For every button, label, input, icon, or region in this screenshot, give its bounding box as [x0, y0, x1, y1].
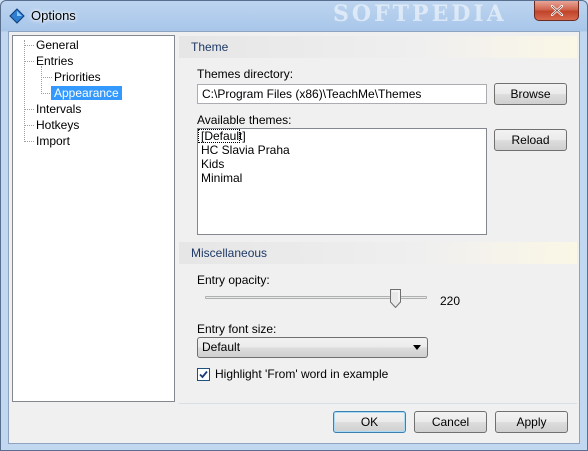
entry-font-size-select[interactable]: Default [197, 337, 428, 358]
ok-button[interactable]: OK [333, 411, 406, 433]
options-window: Options SOFTPEDIA General Entries Priori… [0, 0, 588, 451]
tree-item-appearance[interactable]: Appearance [51, 85, 122, 101]
tree-item-priorities[interactable]: Priorities [51, 69, 104, 85]
tree-item-general[interactable]: General [33, 37, 82, 53]
close-icon [550, 5, 563, 16]
tree-item-label: General [36, 38, 79, 52]
footer-separator [179, 403, 577, 404]
dialog-client-area: General Entries Priorities Appearance In… [8, 31, 580, 444]
themes-directory-label: Themes directory: [197, 67, 294, 81]
theme-list-item[interactable]: [Default] [198, 129, 246, 143]
available-themes-label: Available themes: [197, 113, 292, 127]
slider-thumb[interactable] [390, 289, 402, 308]
reload-button[interactable]: Reload [494, 129, 567, 151]
softpedia-watermark: SOFTPEDIA [333, 1, 507, 27]
highlight-from-label[interactable]: Highlight 'From' word in example [215, 367, 388, 381]
title-bar[interactable]: Options SOFTPEDIA [1, 1, 587, 31]
misc-section-header: Miscellaneous [179, 242, 577, 264]
window-title: Options [31, 8, 76, 23]
theme-list-item[interactable]: HC Slavia Praha [198, 143, 486, 157]
tree-item-entries[interactable]: Entries [33, 53, 76, 69]
app-diamond-icon [9, 8, 25, 24]
themes-directory-input[interactable]: C:\Program Files (x86)\TeachMe\Themes [197, 84, 487, 104]
theme-list-item[interactable]: Minimal [198, 171, 486, 185]
highlight-from-checkbox[interactable] [197, 368, 210, 381]
options-tree[interactable]: General Entries Priorities Appearance In… [12, 35, 175, 402]
tree-item-import[interactable]: Import [33, 133, 73, 149]
tree-item-label: Hotkeys [36, 118, 80, 132]
close-button[interactable] [534, 1, 579, 21]
tree-item-label: Import [36, 134, 71, 148]
cancel-button[interactable]: Cancel [414, 411, 487, 433]
entry-font-size-label: Entry font size: [197, 322, 277, 336]
tree-item-label: Priorities [54, 70, 101, 84]
appearance-panel: Theme Themes directory: C:\Program Files… [179, 35, 577, 402]
tree-item-intervals[interactable]: Intervals [33, 101, 84, 117]
entry-opacity-slider[interactable] [197, 288, 433, 310]
tree-item-label: Appearance [51, 86, 122, 100]
entry-opacity-value: 220 [440, 294, 461, 308]
font-size-selected-value: Default [202, 340, 241, 354]
tree-item-label: Intervals [36, 102, 82, 116]
theme-section-header: Theme [179, 36, 577, 58]
chevron-down-icon [413, 345, 421, 350]
tree-item-hotkeys[interactable]: Hotkeys [33, 117, 82, 133]
tree-item-label: Entries [36, 54, 74, 68]
available-themes-list[interactable]: [Default] HC Slavia Praha Kids Minimal [197, 128, 487, 235]
checkmark-icon [199, 370, 208, 379]
tree-line [24, 40, 25, 142]
tree-line [41, 66, 42, 94]
apply-button[interactable]: Apply [495, 411, 568, 433]
theme-list-item[interactable]: Kids [198, 157, 486, 171]
entry-opacity-label: Entry opacity: [197, 273, 270, 287]
browse-button[interactable]: Browse [494, 83, 567, 105]
